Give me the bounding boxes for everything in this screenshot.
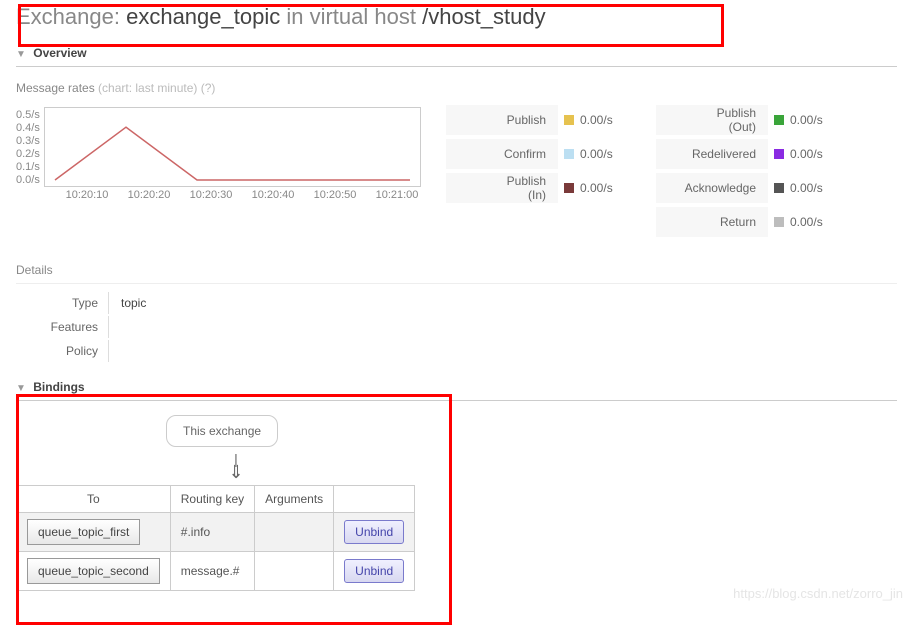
legend-swatch xyxy=(774,183,784,193)
details-key: Policy xyxy=(18,340,109,362)
y-tick: 0.4/s xyxy=(16,122,40,135)
y-tick: 0.1/s xyxy=(16,161,40,174)
rate-label: Return xyxy=(656,207,768,238)
rate-row: Publish 0.00/s xyxy=(446,103,616,137)
rate-value: 0.00/s xyxy=(790,215,823,229)
details-key: Features xyxy=(18,316,109,338)
help-icon[interactable]: (?) xyxy=(201,81,216,95)
bindings-header-cell xyxy=(334,486,415,513)
details-header: Details xyxy=(16,257,897,284)
overview-label: Overview xyxy=(33,46,86,60)
queue-link-button[interactable]: queue_topic_second xyxy=(27,558,160,584)
rate-legend-columns: Publish 0.00/s Confirm 0.00/s Publish(In) 0.0… xyxy=(446,103,826,239)
x-tick: 10:20:40 xyxy=(242,189,304,201)
rate-value: 0.00/s xyxy=(790,113,823,127)
rate-value: 0.00/s xyxy=(790,181,823,195)
rate-value: 0.00/s xyxy=(580,113,613,127)
arrow-down-icon: ⇓ xyxy=(206,467,266,477)
overview-section-header[interactable]: ▼ Overview xyxy=(16,38,897,67)
rate-label: Publish(In) xyxy=(446,173,558,204)
y-tick: 0.0/s xyxy=(16,174,40,187)
title-mid: in virtual host xyxy=(286,4,416,29)
x-tick: 10:21:00 xyxy=(366,189,428,201)
details-row: Features xyxy=(18,316,156,338)
details-row: Policy xyxy=(18,340,156,362)
legend-swatch xyxy=(564,183,574,193)
chart-y-axis: 0.5/s0.4/s0.3/s0.2/s0.1/s0.0/s xyxy=(16,107,40,187)
legend-swatch xyxy=(564,149,574,159)
rate-label: Publish(Out) xyxy=(656,105,768,136)
this-exchange-box: This exchange xyxy=(166,415,278,447)
legend-swatch xyxy=(774,115,784,125)
arguments-cell xyxy=(255,552,334,591)
collapse-triangle-icon: ▼ xyxy=(16,49,26,60)
chart-canvas xyxy=(44,107,421,187)
vhost-name: /vhost_study xyxy=(422,4,546,29)
y-tick: 0.5/s xyxy=(16,109,40,122)
routing-key-cell: #.info xyxy=(170,513,254,552)
bindings-header-cell: Routing key xyxy=(170,486,254,513)
y-tick: 0.2/s xyxy=(16,148,40,161)
watermark: https://blog.csdn.net/zorro_jin xyxy=(733,586,903,601)
bindings-header-cell: To xyxy=(17,486,171,513)
x-tick: 10:20:50 xyxy=(304,189,366,201)
bindings-label: Bindings xyxy=(33,380,84,394)
page-title: Exchange: exchange_topic in virtual host… xyxy=(16,4,897,30)
rates-label: Message rates xyxy=(16,81,95,95)
collapse-triangle-icon: ▼ xyxy=(16,383,26,394)
details-value xyxy=(111,316,156,338)
bindings-table: ToRouting keyArguments queue_topic_first #… xyxy=(16,485,415,591)
x-tick: 10:20:20 xyxy=(118,189,180,201)
rate-column: Publish(Out)0.00/sRedelivered0.00/sAckno… xyxy=(656,103,826,239)
exchange-name: exchange_topic xyxy=(126,4,280,29)
rate-value: 0.00/s xyxy=(580,181,613,195)
details-row: Typetopic xyxy=(18,292,156,314)
rate-column: Publish 0.00/s Confirm 0.00/s Publish(In) 0.0… xyxy=(446,103,616,239)
chart-line xyxy=(55,127,410,180)
rate-row: Publish(In) 0.00/s xyxy=(446,171,616,205)
rate-row: Acknowledge 0.00/s xyxy=(656,171,826,205)
rates-note: (chart: last minute) xyxy=(98,81,197,95)
details-value: topic xyxy=(111,292,156,314)
queue-link-button[interactable]: queue_topic_first xyxy=(27,519,140,545)
rates-chart: 0.5/s0.4/s0.3/s0.2/s0.1/s0.0/s xyxy=(16,107,446,187)
details-key: Type xyxy=(18,292,109,314)
y-tick: 0.3/s xyxy=(16,135,40,148)
message-rates-header: Message rates (chart: last minute) (?) xyxy=(16,81,897,95)
title-prefix: Exchange: xyxy=(16,4,120,29)
rate-value: 0.00/s xyxy=(580,147,613,161)
rate-row: Publish(Out) 0.00/s xyxy=(656,103,826,137)
rate-label: Publish xyxy=(446,105,558,136)
rate-row: Confirm 0.00/s xyxy=(446,137,616,171)
legend-swatch xyxy=(774,217,784,227)
bindings-header-cell: Arguments xyxy=(255,486,334,513)
arguments-cell xyxy=(255,513,334,552)
unbind-button[interactable]: Unbind xyxy=(344,520,404,544)
rate-row: Return 0.00/s xyxy=(656,205,826,239)
table-row: queue_topic_second message.# Unbind xyxy=(17,552,415,591)
rate-label: Acknowledge xyxy=(656,173,768,204)
chart-x-axis: 10:20:1010:20:2010:20:3010:20:4010:20:50… xyxy=(56,189,446,201)
details-table: TypetopicFeaturesPolicy xyxy=(16,290,158,364)
rate-label: Confirm xyxy=(446,139,558,170)
x-tick: 10:20:10 xyxy=(56,189,118,201)
rate-row: Redelivered 0.00/s xyxy=(656,137,826,171)
routing-key-cell: message.# xyxy=(170,552,254,591)
rate-value: 0.00/s xyxy=(790,147,823,161)
bindings-section-header[interactable]: ▼ Bindings xyxy=(16,372,897,401)
legend-swatch xyxy=(564,115,574,125)
x-tick: 10:20:30 xyxy=(180,189,242,201)
rate-label: Redelivered xyxy=(656,139,768,170)
legend-swatch xyxy=(774,149,784,159)
unbind-button[interactable]: Unbind xyxy=(344,559,404,583)
details-value xyxy=(111,340,156,362)
table-row: queue_topic_first #.info Unbind xyxy=(17,513,415,552)
